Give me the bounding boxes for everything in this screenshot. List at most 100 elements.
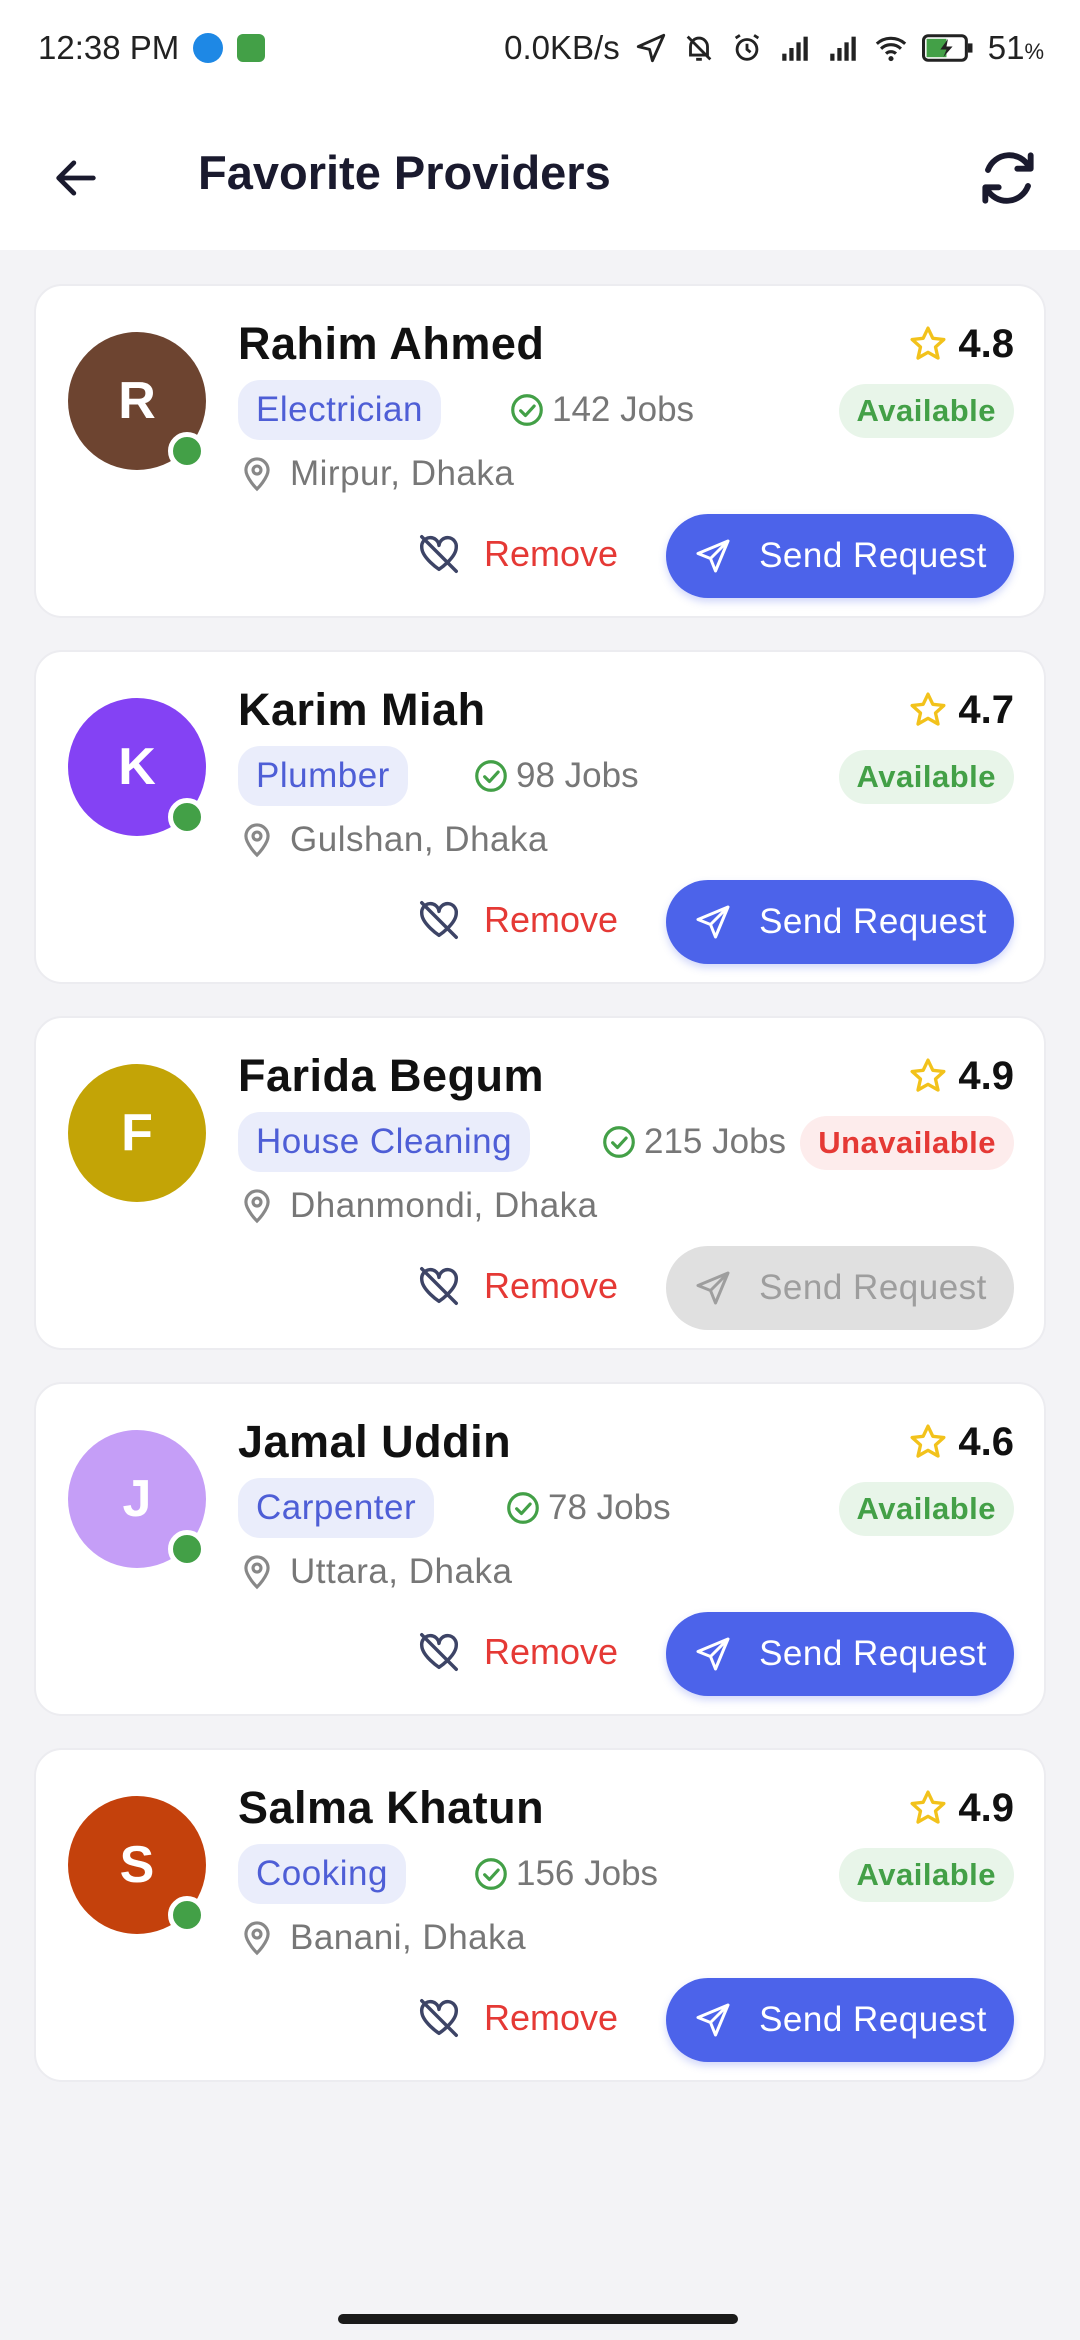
online-status-dot (168, 798, 206, 836)
star-icon (910, 1058, 946, 1092)
check-circle-icon (603, 1126, 635, 1158)
bell-off-icon (686, 35, 712, 61)
status-badge: Unavailable (800, 1116, 1014, 1170)
online-status-dot (168, 432, 206, 470)
jobs-count: 98 Jobs (472, 746, 639, 806)
remove-button[interactable]: Remove (416, 1976, 618, 2060)
location-label: Uttara, Dhaka (290, 1552, 513, 1591)
remove-button[interactable]: Remove (416, 512, 618, 596)
remove-label: Remove (484, 533, 619, 574)
remove-button[interactable]: Remove (416, 878, 618, 962)
location: Mirpur, Dhaka (238, 446, 514, 502)
provider-card[interactable]: K Karim Miah 4.7 Plumber 98 Jobs Availab… (34, 650, 1046, 984)
messenger-icon (193, 33, 224, 63)
refresh-button[interactable] (966, 136, 1050, 220)
heart-off-icon (420, 1267, 458, 1305)
provider-rating: 4.8 (908, 316, 1014, 372)
star-icon (910, 326, 946, 360)
location-label: Gulshan, Dhaka (290, 820, 548, 859)
map-pin-icon (244, 1921, 270, 1956)
map-pin-icon (244, 1189, 270, 1224)
battery-percent: 51 (987, 29, 1025, 66)
provider-name: Rahim Ahmed (238, 318, 545, 369)
category-chip: House Cleaning (238, 1112, 531, 1172)
signal-icon (781, 36, 808, 61)
heart-off-icon (420, 1999, 458, 2037)
location: Dhanmondi, Dhaka (238, 1178, 598, 1234)
provider-rating: 4.9 (908, 1048, 1014, 1104)
send-request-button[interactable]: Send Request (666, 1978, 1014, 2062)
network-speed: 0.0KB/s (504, 29, 620, 66)
status-bar-right: 0.0KB/s 51% (504, 29, 1044, 67)
avatar-initial: J (122, 1470, 152, 1528)
remove-button[interactable]: Remove (416, 1610, 618, 1694)
send-request-button[interactable]: Send Request (666, 1612, 1014, 1696)
category-chip: Cooking (238, 1844, 406, 1904)
location: Gulshan, Dhaka (238, 812, 548, 868)
rating-value: 4.6 (958, 1420, 1014, 1464)
remove-label: Remove (484, 1265, 619, 1306)
map-pin-icon (244, 1555, 270, 1590)
location: Banani, Dhaka (238, 1910, 526, 1966)
send-request-label: Send Request (759, 536, 987, 575)
remove-button[interactable]: Remove (416, 1244, 618, 1328)
category-chip: Electrician (238, 380, 441, 440)
send-request-label: Send Request (759, 1268, 987, 1307)
jobs-count: 156 Jobs (472, 1844, 658, 1904)
map-pin-icon (244, 823, 270, 858)
send-icon (696, 2003, 730, 2037)
back-button[interactable] (40, 142, 112, 214)
arrow-left-icon (56, 160, 96, 196)
home-indicator[interactable] (338, 2314, 738, 2324)
location-arrow-icon (636, 33, 665, 63)
battery-icon (921, 34, 973, 62)
provider-rating: 4.9 (908, 1780, 1014, 1836)
avatar: F (68, 1064, 206, 1202)
provider-name: Karim Miah (238, 684, 486, 735)
remove-label: Remove (484, 899, 619, 940)
remove-label: Remove (484, 1997, 619, 2038)
app-bar: Favorite Providers (0, 96, 1080, 250)
check-circle-icon (507, 1492, 539, 1524)
send-request-button[interactable]: Send Request (666, 1246, 1014, 1330)
star-icon (910, 692, 946, 726)
wifi-icon (875, 36, 906, 62)
send-request-button[interactable]: Send Request (666, 514, 1014, 598)
location-label: Banani, Dhaka (290, 1918, 527, 1957)
avatar-initial: S (119, 1836, 155, 1894)
category-chip: Carpenter (238, 1478, 435, 1538)
star-icon (910, 1424, 946, 1458)
jobs-label: 142 Jobs (552, 390, 695, 429)
send-request-button[interactable]: Send Request (666, 880, 1014, 964)
provider-card[interactable]: J Jamal Uddin 4.6 Carpenter 78 Jobs Avai… (34, 1382, 1046, 1716)
location-label: Dhanmondi, Dhaka (290, 1186, 598, 1225)
send-request-label: Send Request (759, 902, 987, 941)
remove-label: Remove (484, 1631, 619, 1672)
location: Uttara, Dhaka (238, 1544, 512, 1600)
provider-card[interactable]: F Farida Begum 4.9 House Cleaning 215 Jo… (34, 1016, 1046, 1350)
check-circle-icon (475, 760, 507, 792)
status-badge: Available (838, 750, 1014, 804)
status-bar-left: 12:38 PM (38, 29, 266, 67)
battery-level: 51% (988, 29, 1044, 67)
status-badge: Available (838, 1482, 1014, 1536)
provider-card[interactable]: R Rahim Ahmed 4.8 Electrician 142 Jobs A… (34, 284, 1046, 618)
rating-value: 4.7 (958, 688, 1014, 732)
provider-name: Salma Khatun (238, 1782, 545, 1833)
battery-unit: % (1024, 39, 1044, 64)
signal-icon-2 (829, 36, 856, 61)
provider-rating: 4.7 (908, 682, 1014, 738)
rating-value: 4.9 (958, 1786, 1014, 1830)
jobs-label: 156 Jobs (516, 1854, 659, 1893)
rating-value: 4.8 (958, 322, 1014, 366)
provider-name: Jamal Uddin (238, 1416, 512, 1467)
jobs-count: 142 Jobs (508, 380, 694, 440)
heart-off-icon (420, 1633, 458, 1671)
provider-card[interactable]: S Salma Khatun 4.9 Cooking 156 Jobs Avai… (34, 1748, 1046, 2082)
status-badge: Available (838, 384, 1014, 438)
provider-list: R Rahim Ahmed 4.8 Electrician 142 Jobs A… (34, 284, 1046, 2114)
map-pin-icon (244, 457, 270, 492)
online-status-dot (168, 1896, 206, 1934)
send-icon (696, 1637, 730, 1671)
jobs-label: 78 Jobs (548, 1488, 671, 1527)
